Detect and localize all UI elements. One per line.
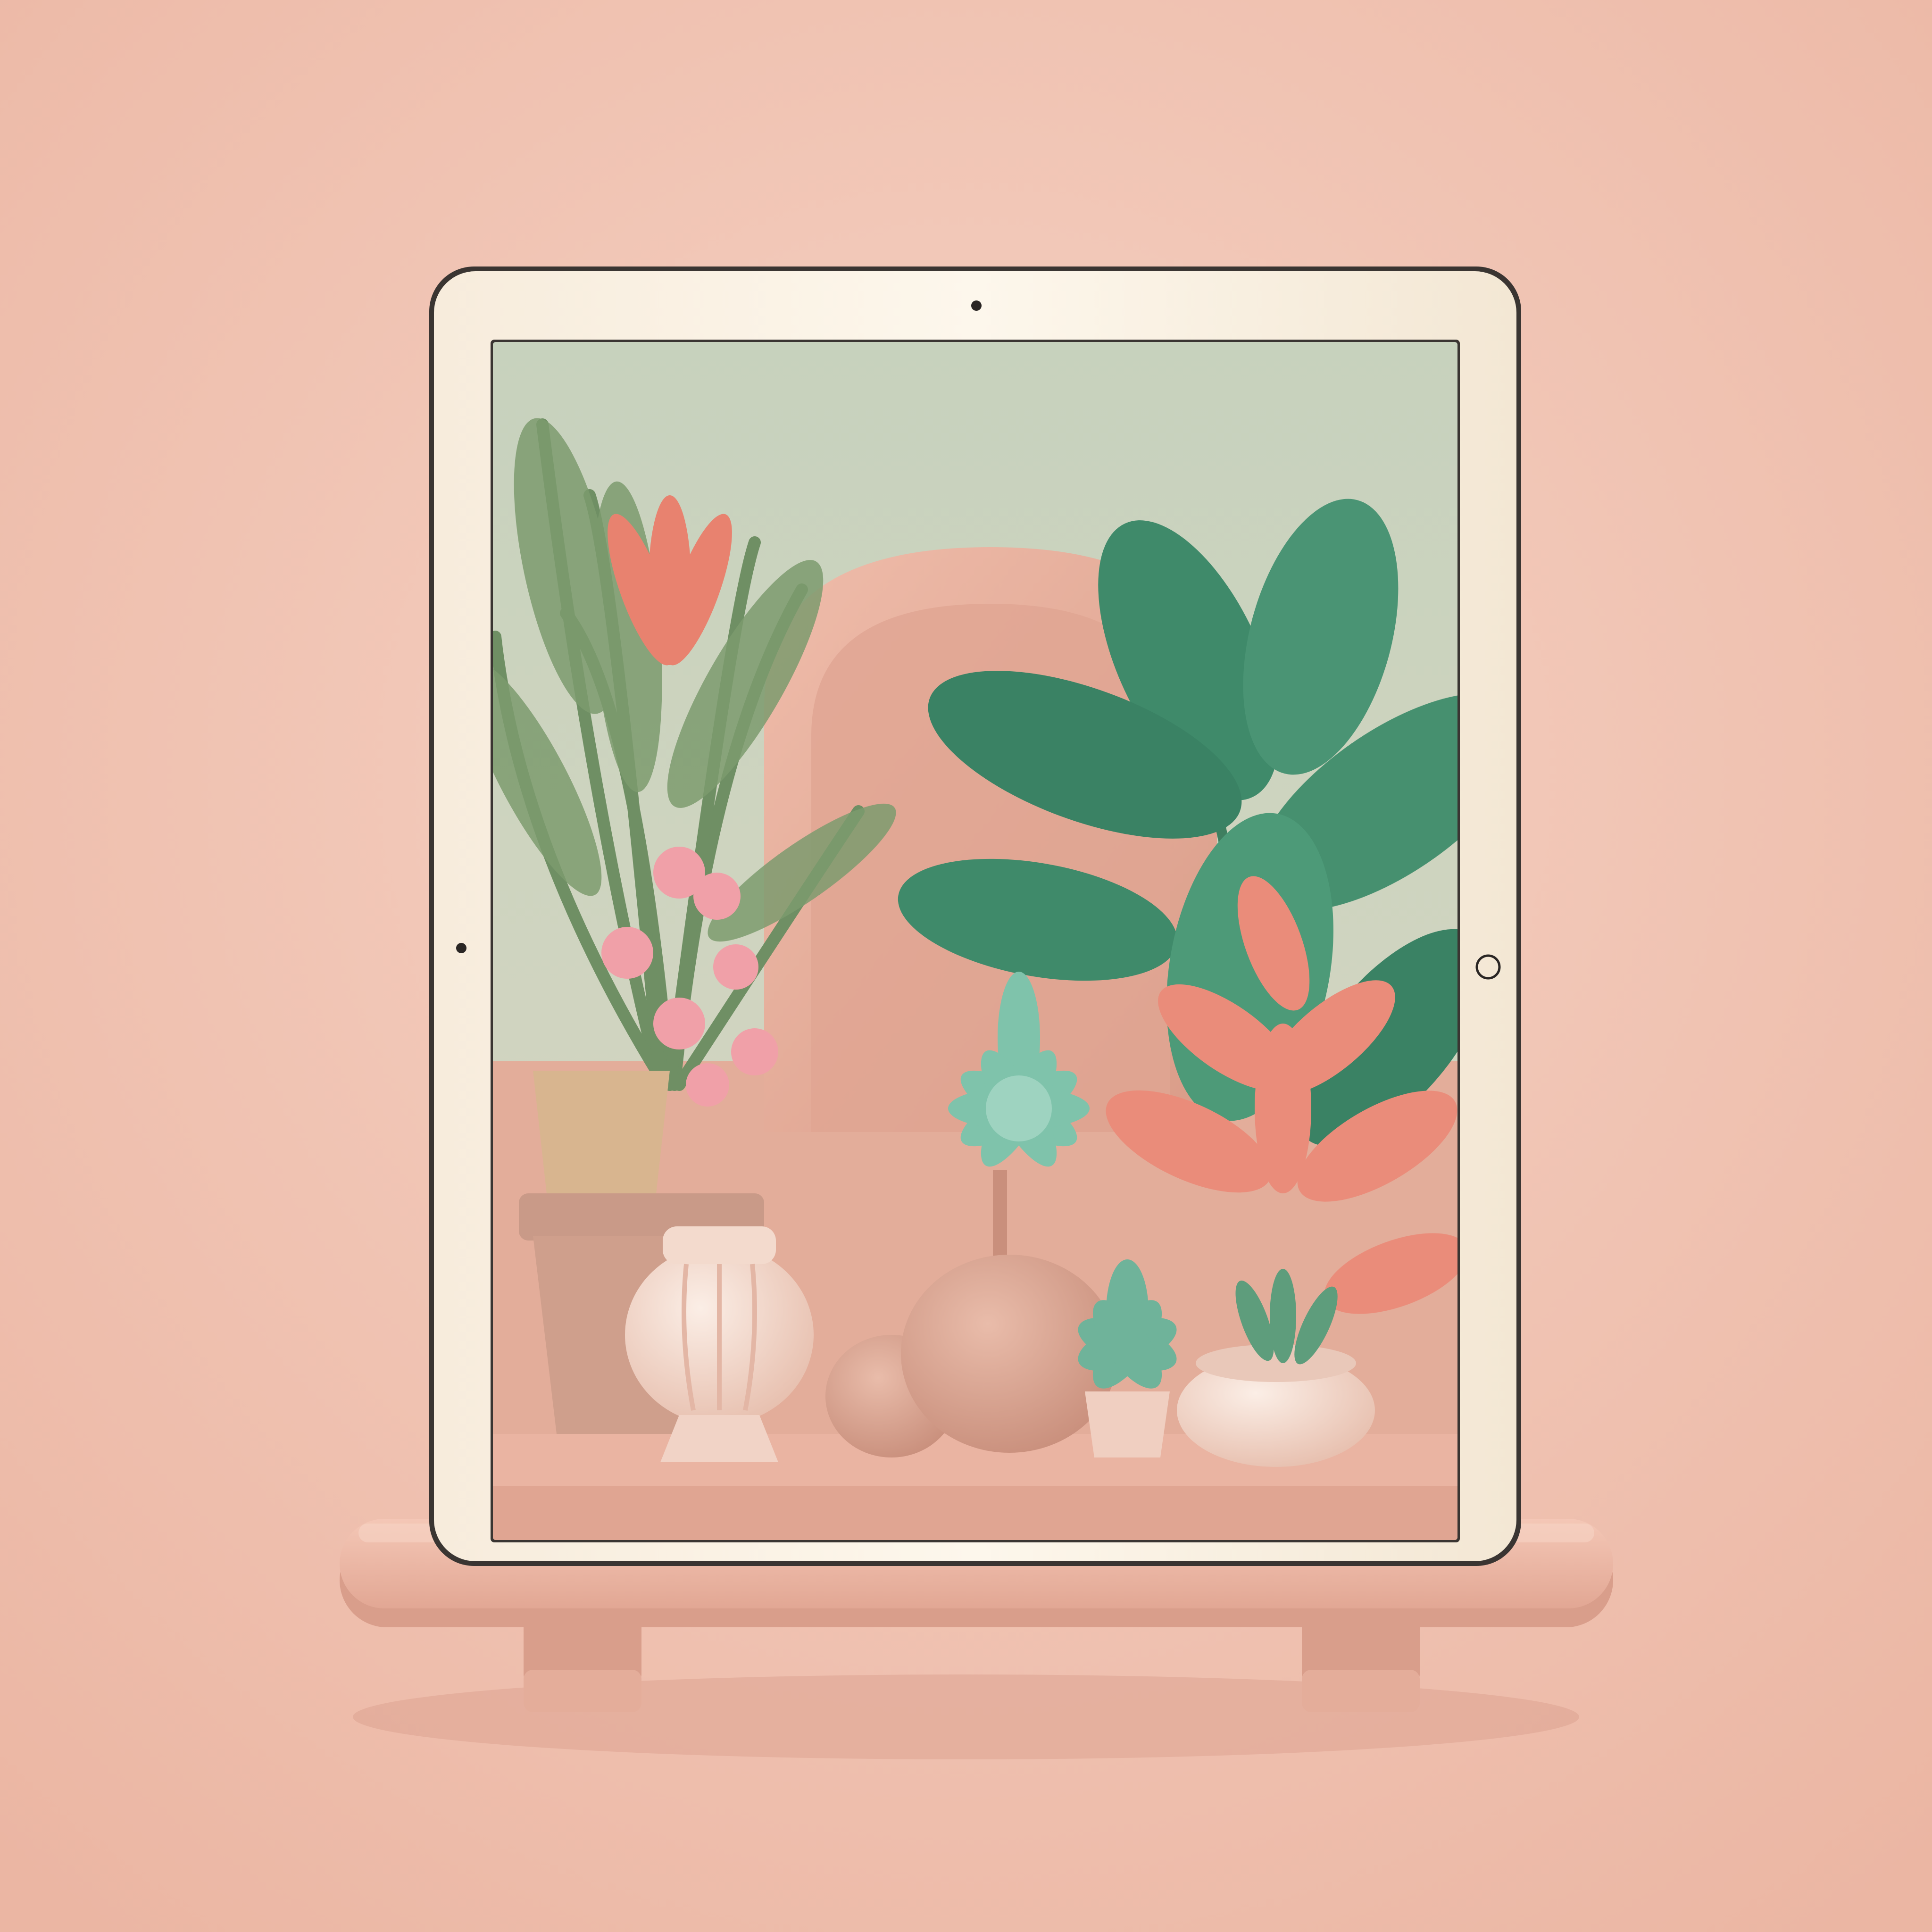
- tablet: [429, 266, 1521, 1566]
- screen: [493, 342, 1457, 1540]
- scene-svg: [0, 0, 1932, 1932]
- tan-pot: [533, 1071, 670, 1198]
- camera-dot-icon: [971, 300, 982, 311]
- scene: [0, 0, 1932, 1932]
- side-sensor-icon: [456, 943, 466, 953]
